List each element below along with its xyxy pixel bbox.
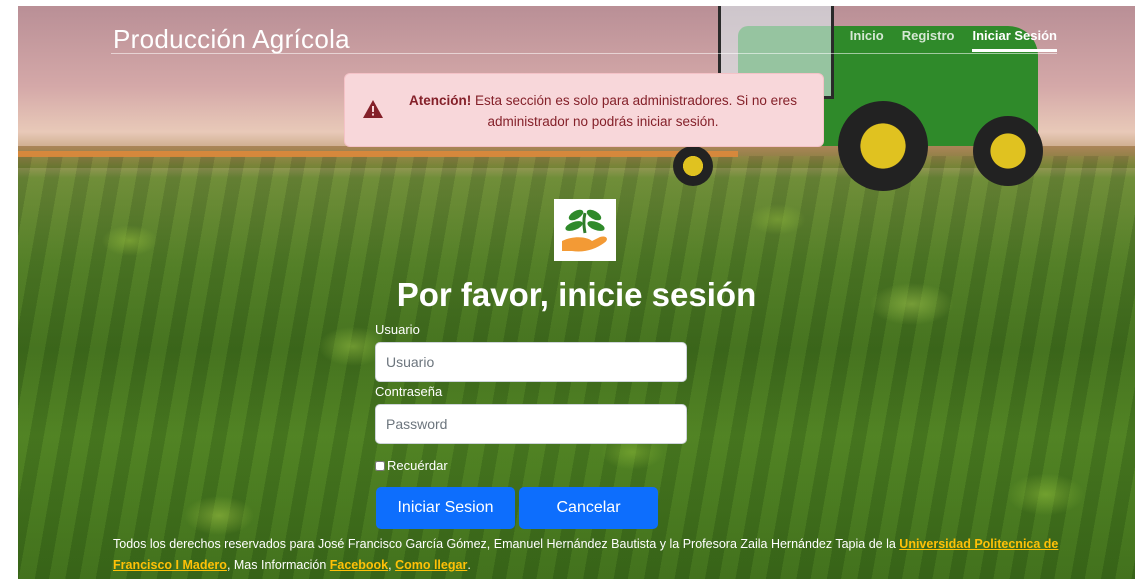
password-label: Contraseña <box>375 384 443 399</box>
tractor-wheel <box>838 101 928 191</box>
cancel-button[interactable]: Cancelar <box>519 487 658 529</box>
brand-title[interactable]: Producción Agrícola <box>113 24 350 55</box>
plant-hand-logo <box>554 199 616 261</box>
nav-registro[interactable]: Registro <box>902 28 955 52</box>
facebook-link[interactable]: Facebook <box>330 558 388 572</box>
header-divider <box>111 53 1057 54</box>
warning-triangle-icon <box>363 100 383 118</box>
remember-label: Recuérdar <box>387 458 448 473</box>
alert-message: Esta sección es solo para administradore… <box>471 93 797 129</box>
tractor-wheel <box>973 116 1043 186</box>
login-button[interactable]: Iniciar Sesion <box>376 487 515 529</box>
main-nav: Inicio Registro Iniciar Sesión <box>850 28 1057 52</box>
footer-more-info: , Mas Información <box>226 558 330 572</box>
admin-alert: Atención! Esta sección es solo para admi… <box>344 73 824 147</box>
password-input[interactable] <box>375 404 687 444</box>
alert-strong: Atención! <box>409 93 472 108</box>
background-field: Producción Agrícola Inicio Registro Inic… <box>18 6 1135 579</box>
tractor-wheel <box>673 146 713 186</box>
login-title: Por favor, inicie sesión <box>396 276 757 313</box>
footer-text: Todos los derechos reservados para José … <box>113 534 1073 576</box>
nav-inicio[interactable]: Inicio <box>850 28 884 52</box>
remember-checkbox[interactable] <box>375 460 385 471</box>
nav-iniciar-sesion[interactable]: Iniciar Sesión <box>972 28 1057 52</box>
sprayer-boom <box>18 151 738 157</box>
remember-row: Recuérdar <box>375 458 689 473</box>
username-input[interactable] <box>375 342 687 382</box>
directions-link[interactable]: Como llegar <box>395 558 467 572</box>
footer-end: . <box>467 558 471 572</box>
footer-credits: Todos los derechos reservados para José … <box>113 537 900 551</box>
login-form: Usuario Contraseña Recuérdar <box>375 322 689 473</box>
username-label: Usuario <box>375 322 420 337</box>
plant-hand-icon <box>562 209 607 252</box>
